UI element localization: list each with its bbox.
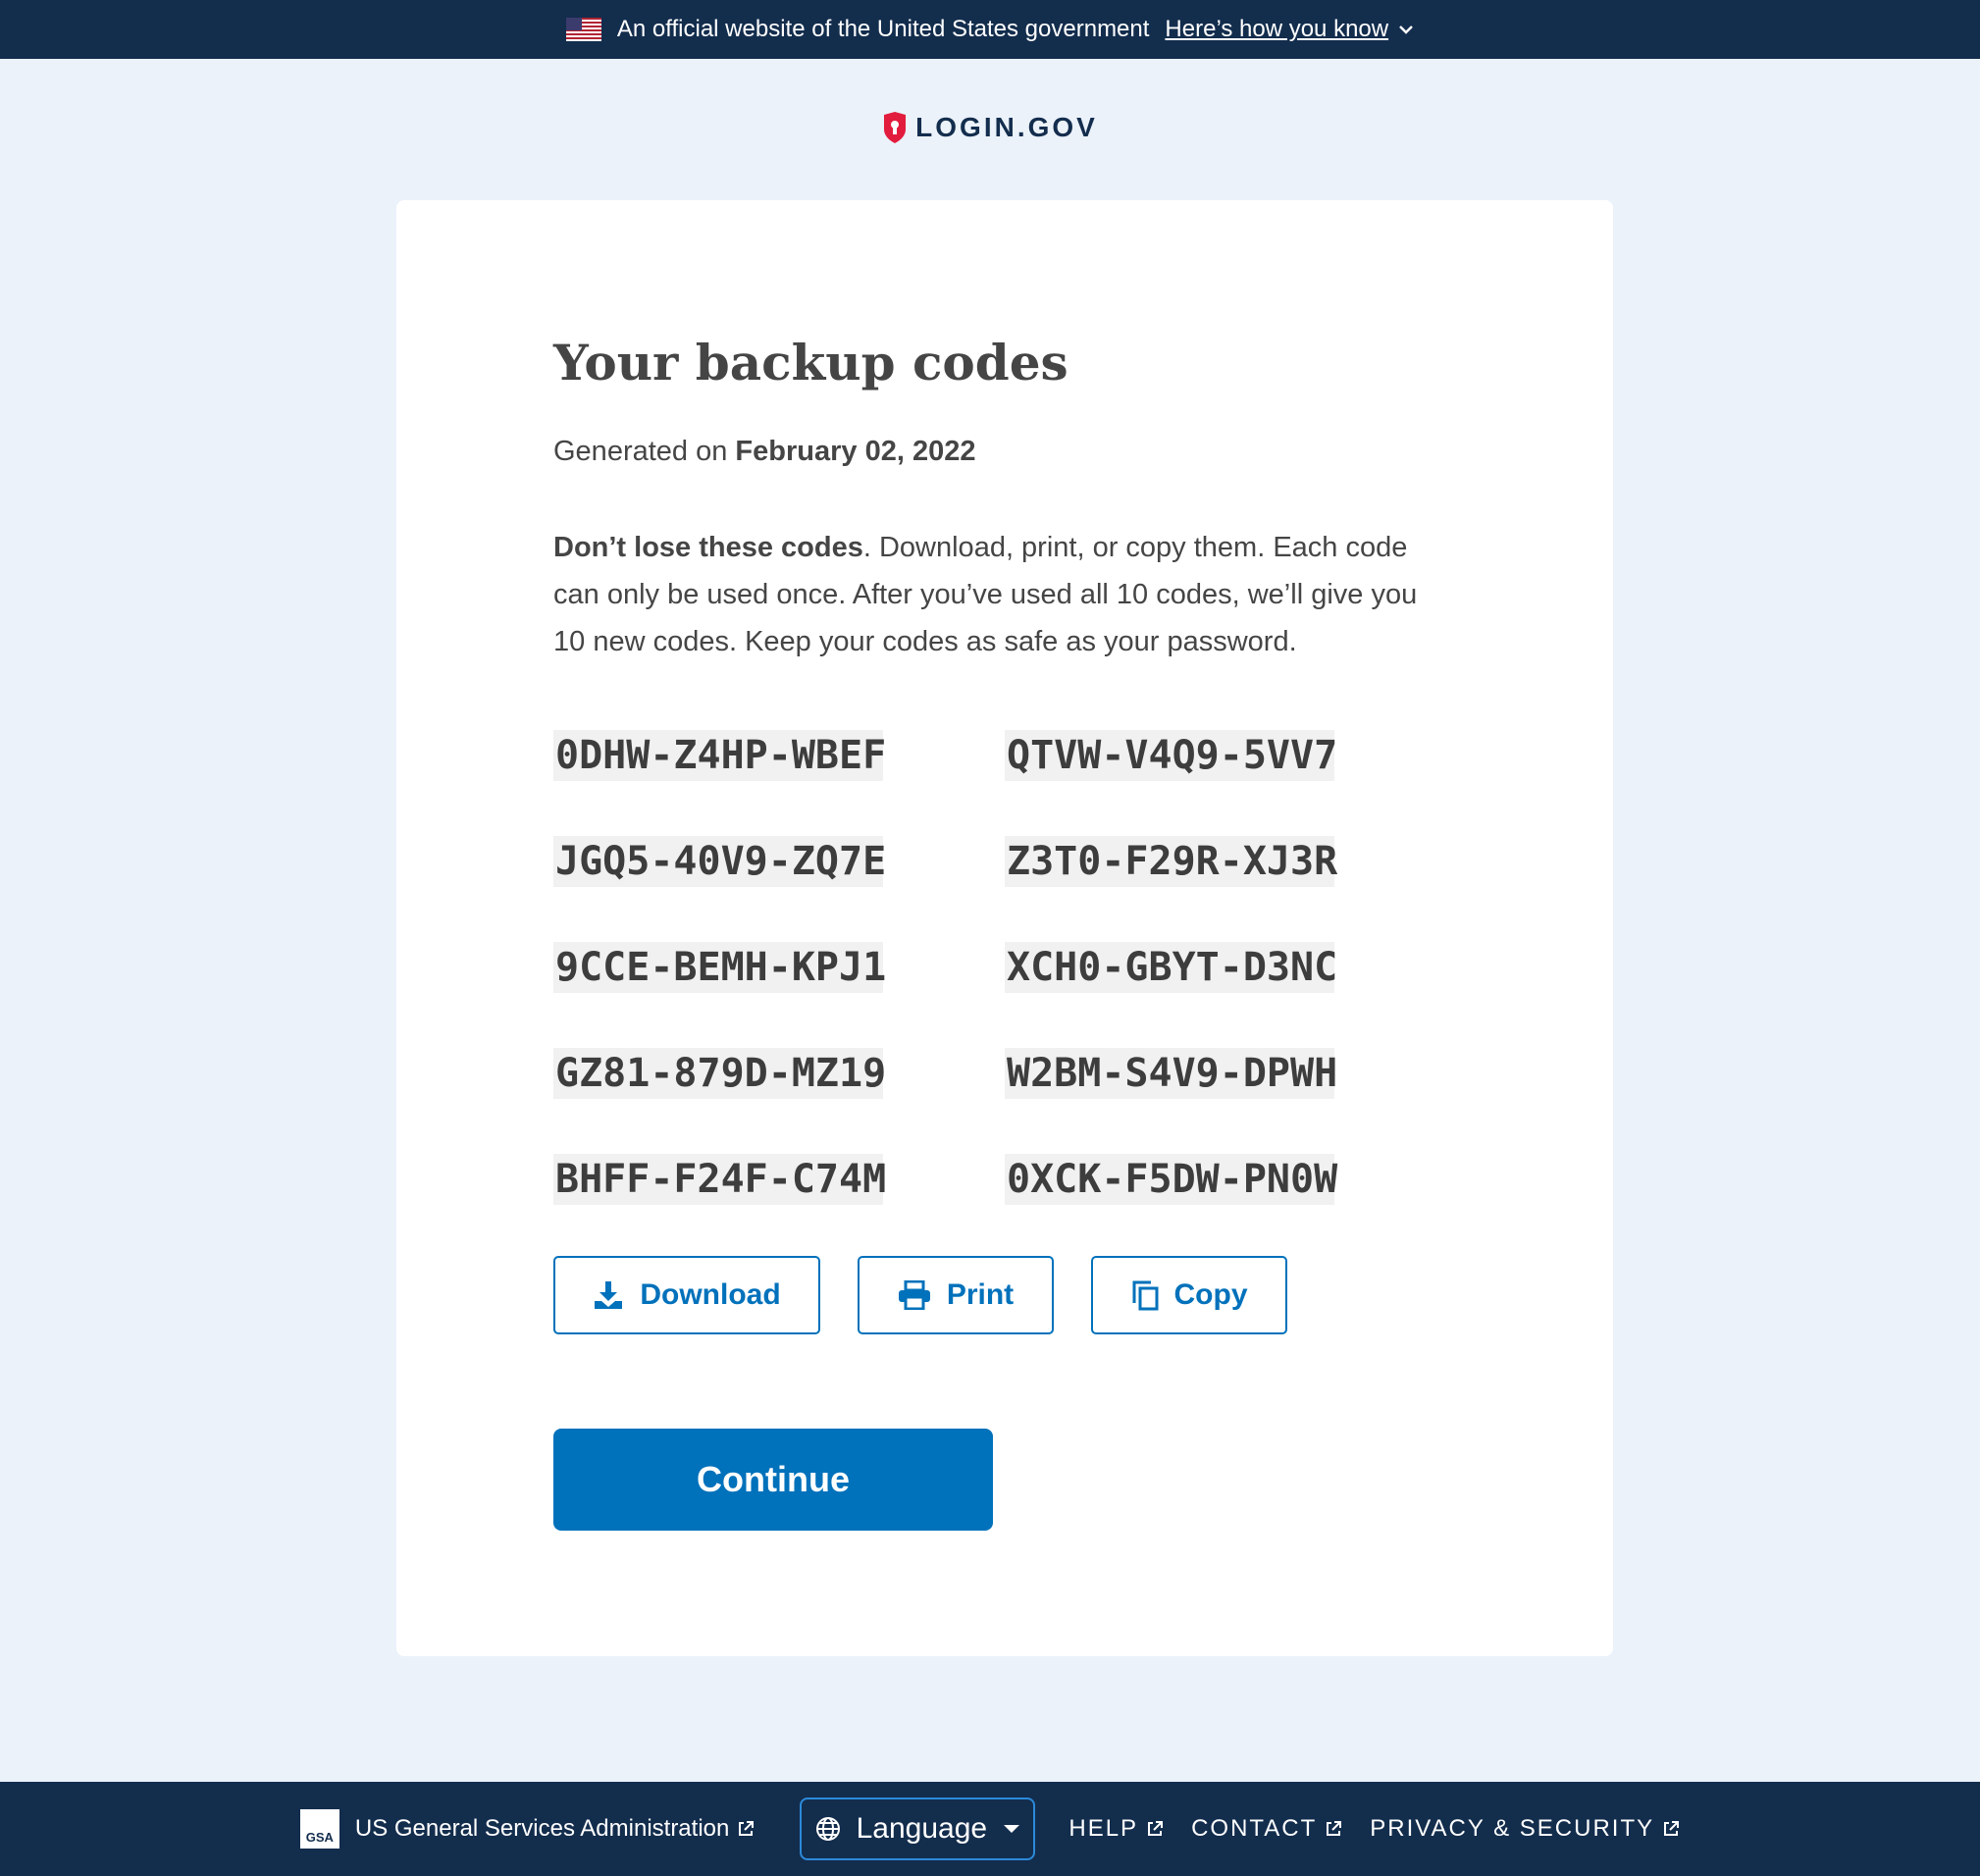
- help-label: HELP: [1068, 1815, 1139, 1842]
- copy-label: Copy: [1173, 1278, 1248, 1311]
- privacy-security-link[interactable]: PRIVACY & SECURITY: [1370, 1815, 1680, 1843]
- backup-code: 9CCE-BEMH-KPJ1: [553, 942, 886, 993]
- generated-date-line: Generated on February 02, 2022: [553, 436, 975, 468]
- backup-codes-list: 0DHW-Z4HP-WBEF QTVW-V4Q9-5VV7 JGQ5-40V9-…: [553, 730, 1456, 1205]
- language-label: Language: [856, 1812, 988, 1845]
- caret-down-icon: [1004, 1825, 1020, 1833]
- language-selector[interactable]: Language: [800, 1798, 1036, 1860]
- page-title: Your backup codes: [553, 334, 1068, 391]
- continue-button[interactable]: Continue: [553, 1429, 993, 1531]
- print-button[interactable]: Print: [858, 1256, 1054, 1334]
- backup-code: QTVW-V4Q9-5VV7: [1005, 730, 1337, 781]
- gsa-logo-icon: GSA: [299, 1809, 339, 1849]
- backup-code: 0XCK-F5DW-PN0W: [1005, 1154, 1337, 1205]
- download-label: Download: [640, 1278, 781, 1311]
- globe-icon: [815, 1817, 840, 1841]
- copy-button[interactable]: Copy: [1091, 1256, 1287, 1334]
- shield-lock-icon: [884, 112, 907, 143]
- backup-code: GZ81-879D-MZ19: [553, 1048, 886, 1099]
- privacy-label: PRIVACY & SECURITY: [1370, 1815, 1655, 1842]
- backup-code: XCH0-GBYT-D3NC: [1005, 942, 1337, 993]
- external-link-icon: [1148, 1821, 1164, 1836]
- heres-how-you-know-label: Here’s how you know: [1165, 16, 1389, 42]
- codes-instructions: Don’t lose these codes. Download, print,…: [553, 524, 1456, 665]
- print-label: Print: [946, 1278, 1015, 1311]
- external-link-icon: [739, 1821, 755, 1836]
- gsa-label: US General Services Administration: [354, 1815, 730, 1842]
- generated-date: February 02, 2022: [735, 436, 976, 467]
- external-link-icon: [1327, 1821, 1342, 1836]
- download-icon: [595, 1281, 623, 1309]
- warning-bold: Don’t lose these codes: [553, 532, 863, 563]
- printer-icon: [898, 1280, 930, 1310]
- contact-link[interactable]: CONTACT: [1191, 1815, 1342, 1843]
- copy-icon: [1132, 1280, 1158, 1311]
- heres-how-you-know-link[interactable]: Here’s how you know: [1165, 16, 1414, 43]
- official-site-text: An official website of the United States…: [616, 16, 1150, 42]
- backup-code: BHFF-F24F-C74M: [553, 1154, 886, 1205]
- chevron-down-icon: [1399, 26, 1413, 34]
- login-gov-logo[interactable]: LOGIN.GOV: [0, 112, 1980, 143]
- footer: GSA US General Services Administration L…: [0, 1782, 1980, 1876]
- generated-prefix: Generated on: [553, 436, 728, 467]
- backup-codes-card: Your backup codes Generated on February …: [396, 200, 1613, 1656]
- contact-label: CONTACT: [1191, 1815, 1318, 1842]
- backup-code: 0DHW-Z4HP-WBEF: [553, 730, 886, 781]
- logo-text: LOGIN.GOV: [915, 112, 1098, 142]
- external-link-icon: [1664, 1821, 1680, 1836]
- download-button[interactable]: Download: [553, 1256, 820, 1334]
- gov-banner: An official website of the United States…: [0, 0, 1980, 59]
- backup-code: Z3T0-F29R-XJ3R: [1005, 836, 1337, 887]
- help-link[interactable]: HELP: [1068, 1815, 1164, 1843]
- gsa-link[interactable]: GSA US General Services Administration: [299, 1809, 756, 1849]
- code-actions: Download Print Copy: [553, 1256, 1287, 1334]
- backup-code: W2BM-S4V9-DPWH: [1005, 1048, 1337, 1099]
- us-flag-icon: [565, 18, 601, 41]
- backup-code: JGQ5-40V9-ZQ7E: [553, 836, 886, 887]
